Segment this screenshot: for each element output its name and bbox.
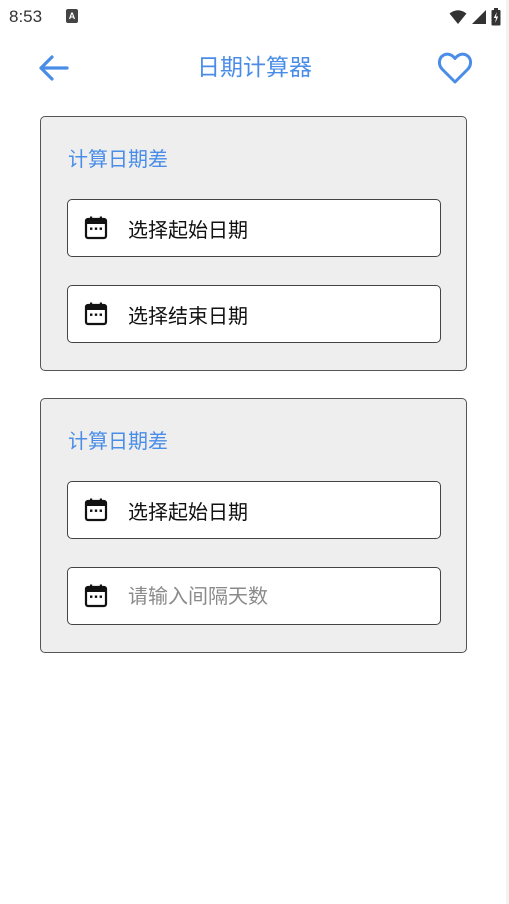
calendar-icon <box>83 497 109 523</box>
end-date-label: 选择结束日期 <box>128 303 248 328</box>
calendar-icon <box>83 583 109 609</box>
end-date-picker[interactable]: 选择结束日期 <box>67 285 441 343</box>
status-bar: 8:53 A <box>0 0 509 34</box>
date-offset-card: 计算日期差 选择起始日期 <box>40 398 467 653</box>
app-bar: 日期计算器 <box>0 34 509 100</box>
favorite-button[interactable] <box>435 48 475 88</box>
page-title: 日期计算器 <box>197 55 312 81</box>
interval-days-input[interactable] <box>128 584 408 608</box>
signal-icon <box>472 10 486 24</box>
interval-days-field[interactable] <box>67 567 441 625</box>
start-date-label: 选择起始日期 <box>128 217 248 242</box>
calendar-icon <box>83 301 109 327</box>
date-difference-card: 计算日期差 选择起始日期 选择结束日期 <box>40 116 467 371</box>
status-time: 8:53 <box>9 7 43 26</box>
card-title: 计算日期差 <box>68 147 168 171</box>
notification-a-icon: A <box>66 9 78 23</box>
heart-outline-icon <box>437 52 473 84</box>
status-icons <box>449 7 501 27</box>
battery-icon <box>491 8 501 26</box>
start-date-picker[interactable]: 选择起始日期 <box>67 481 441 539</box>
card-title: 计算日期差 <box>68 429 168 453</box>
start-date-label: 选择起始日期 <box>128 499 248 524</box>
calendar-icon <box>83 215 109 241</box>
wifi-icon <box>449 10 467 24</box>
start-date-picker[interactable]: 选择起始日期 <box>67 199 441 257</box>
